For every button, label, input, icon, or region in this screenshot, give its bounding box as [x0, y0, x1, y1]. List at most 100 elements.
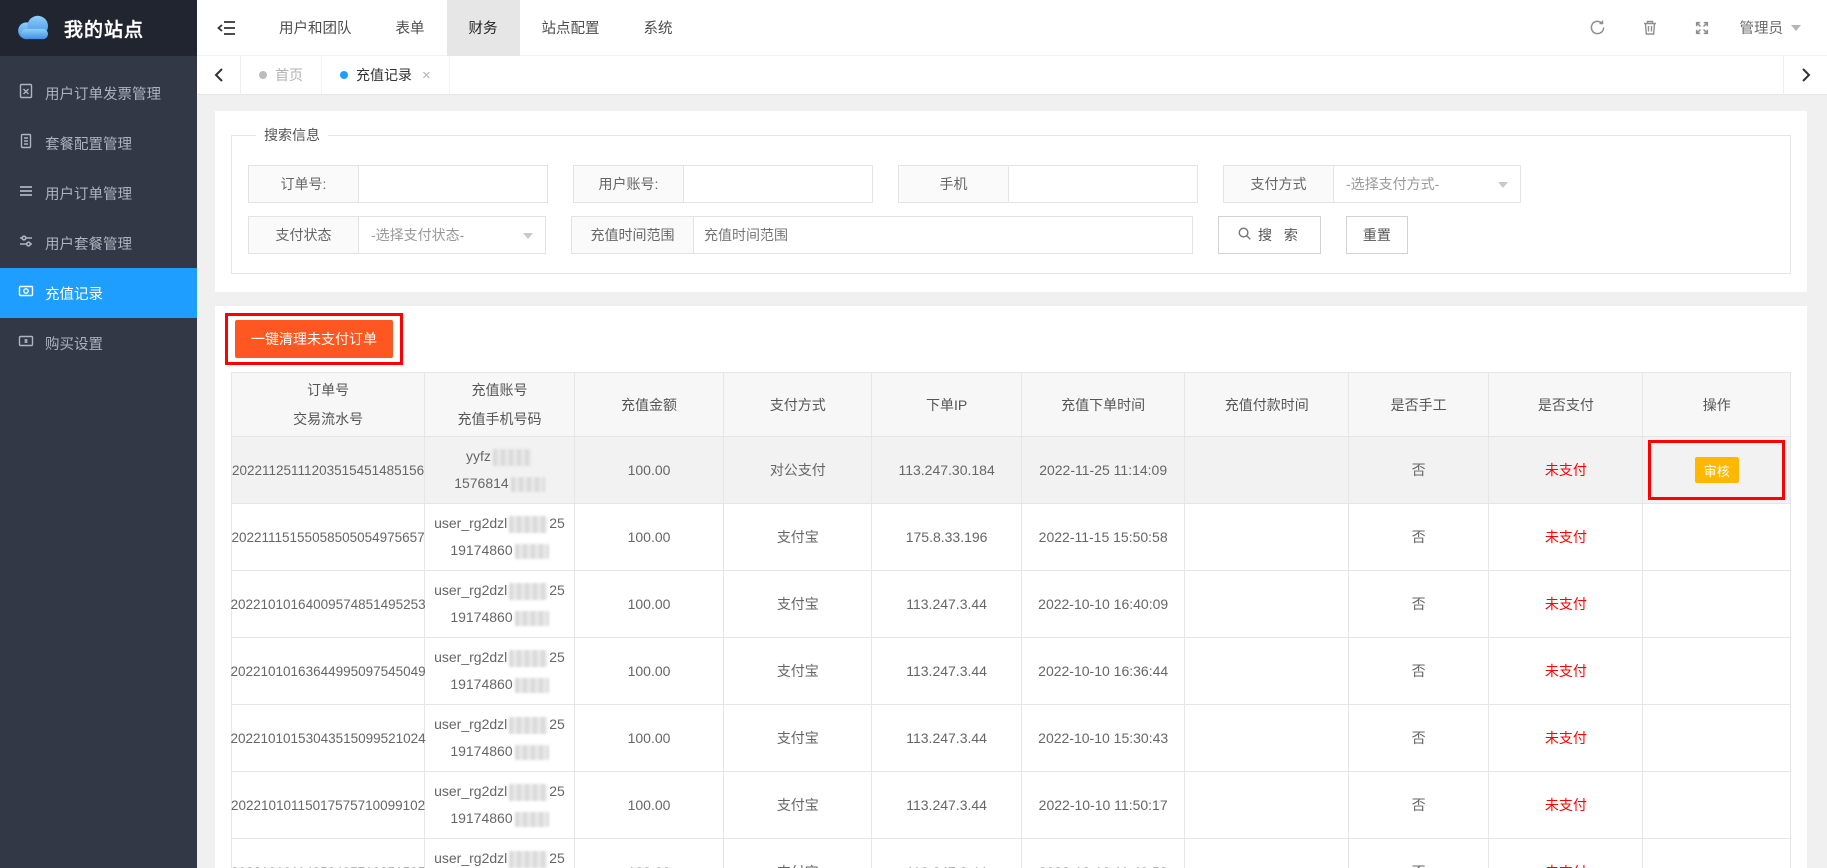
column-header-label: 充值下单时间	[1061, 395, 1145, 415]
sidebar-item-user-orders[interactable]: 用户订单管理	[0, 168, 197, 218]
sidebar-menu: 用户订单发票管理 套餐配置管理 用户订单管理	[0, 56, 197, 368]
amount: 100.00	[628, 730, 671, 746]
clear-unpaid-wrap: 一键清理未支付订单	[235, 320, 393, 358]
top-navbar: 用户和团队 表单 财务 站点配置 系统	[197, 0, 1827, 56]
amount: 100.00	[628, 864, 671, 868]
chevron-down-icon	[523, 233, 533, 239]
chevron-down-icon	[1498, 182, 1508, 188]
time-range-field: 充值时间范围	[571, 216, 1193, 254]
account-phone: 19174860	[450, 676, 548, 693]
nav-item-system[interactable]: 系统	[622, 0, 695, 56]
sidebar-item-recharge-records[interactable]: 充值记录	[0, 268, 197, 318]
order-time-cell: 2022-10-10 15:30:43	[1022, 705, 1186, 772]
time-range-input[interactable]	[694, 217, 1192, 253]
column-header: 充值金额	[575, 373, 725, 437]
redacted-block	[509, 650, 547, 667]
clear-unpaid-orders-button[interactable]: 一键清理未支付订单	[235, 320, 393, 358]
account-phone: 19174860	[450, 810, 548, 827]
manual-flag: 否	[1412, 594, 1426, 614]
pay-method-cell: 支付宝	[724, 839, 872, 868]
manual-cell: 否	[1349, 839, 1489, 868]
pay-method-cell: 对公支付	[724, 437, 872, 504]
pay-status-select[interactable]: 支付状态 -选择支付状态-	[248, 216, 546, 254]
site-title: 我的站点	[64, 15, 144, 42]
nav-item-finance[interactable]: 财务	[447, 0, 520, 56]
search-button[interactable]: 搜 索	[1218, 216, 1321, 254]
paid-status-cell: 未支付	[1489, 705, 1643, 772]
sidebar-item-invoice-management[interactable]: 用户订单发票管理	[0, 68, 197, 118]
refresh-icon[interactable]	[1572, 0, 1624, 56]
order-number-cell: 20221010153043515099521024	[232, 705, 425, 772]
sidebar: 我的站点 用户订单发票管理 套餐配置管理	[0, 0, 197, 868]
amount: 100.00	[628, 663, 671, 679]
amount-cell: 100.00	[575, 571, 725, 638]
table-header-row: 订单号交易流水号充值账号充值手机号码充值金额支付方式下单IP充值下单时间充值付款…	[232, 373, 1790, 437]
column-header: 是否手工	[1349, 373, 1489, 437]
user-account-field: 用户账号:	[573, 165, 873, 203]
paid-status: 未支付	[1545, 795, 1587, 815]
trash-icon[interactable]	[1624, 0, 1676, 56]
close-icon[interactable]: ×	[422, 67, 431, 84]
tab-label: 充值记录	[356, 65, 412, 85]
amount-cell: 100.00	[575, 839, 725, 868]
tab-dot	[340, 71, 348, 79]
tabs-scroll-right-icon[interactable]	[1783, 56, 1827, 94]
site-logo[interactable]: 我的站点	[0, 0, 197, 56]
cloud-logo-icon	[14, 13, 54, 44]
invoice-icon	[18, 83, 34, 103]
column-header-label: 订单号	[307, 380, 349, 400]
nav-item-forms[interactable]: 表单	[374, 0, 447, 56]
paid-status-cell: 未支付	[1489, 772, 1643, 839]
tab-recharge-records[interactable]: 充值记录 ×	[322, 56, 450, 94]
amount-cell: 100.00	[575, 638, 725, 705]
pay-method: 支付宝	[777, 661, 819, 681]
reset-button[interactable]: 重置	[1346, 216, 1408, 254]
search-icon	[1237, 226, 1252, 244]
amount: 100.00	[628, 797, 671, 813]
time-range-label: 充值时间范围	[572, 217, 694, 253]
sidebar-item-package-config[interactable]: 套餐配置管理	[0, 118, 197, 168]
search-button-label: 搜 索	[1258, 225, 1302, 245]
column-header-label: 是否支付	[1538, 395, 1594, 415]
pay-method-cell: 支付宝	[724, 638, 872, 705]
action-cell	[1643, 571, 1789, 638]
order-ip: 175.8.33.196	[906, 529, 988, 545]
user-account-input[interactable]	[684, 166, 872, 202]
sidebar-item-user-packages[interactable]: 用户套餐管理	[0, 218, 197, 268]
manual-cell: 否	[1349, 772, 1489, 839]
column-header-label: 操作	[1703, 395, 1731, 415]
amount: 100.00	[628, 529, 671, 545]
sidebar-item-purchase-settings[interactable]: 购买设置	[0, 318, 197, 368]
collapse-sidebar-icon[interactable]	[197, 0, 257, 56]
phone-input[interactable]	[1009, 166, 1197, 202]
paid-status-cell: 未支付	[1489, 504, 1643, 571]
user-menu[interactable]: 管理员	[1728, 17, 1827, 38]
pay-time-cell	[1185, 839, 1349, 868]
order-number-cell: 20221115155058505054975657	[232, 504, 425, 571]
tab-home[interactable]: 首页	[241, 56, 322, 94]
column-header-label: 下单IP	[926, 395, 967, 415]
column-header: 是否支付	[1489, 373, 1643, 437]
account-name: user_rg2dzl25	[434, 716, 565, 734]
column-header: 操作	[1643, 373, 1789, 437]
audit-button[interactable]: 审核	[1695, 457, 1739, 483]
nav-item-site-config[interactable]: 站点配置	[520, 0, 622, 56]
pay-method-select[interactable]: 支付方式 -选择支付方式-	[1223, 165, 1521, 203]
account-phone: 1576814	[454, 475, 545, 492]
paid-status: 未支付	[1545, 460, 1587, 480]
account-name: yyfz	[466, 448, 533, 466]
pay-time-cell	[1185, 437, 1349, 504]
action-cell	[1643, 839, 1789, 868]
column-header: 支付方式	[724, 373, 872, 437]
fullscreen-icon[interactable]	[1676, 0, 1728, 56]
table-row: 20221115155058505054975657user_rg2dzl251…	[232, 504, 1790, 571]
account-cell: user_rg2dzl2519174860	[425, 705, 575, 772]
tabs-scroll-left-icon[interactable]	[197, 56, 241, 94]
package-config-icon	[18, 133, 34, 153]
order-time-cell: 2022-10-10 11:49:53	[1022, 839, 1186, 868]
paid-status-cell: 未支付	[1489, 638, 1643, 705]
amount-cell: 100.00	[575, 437, 725, 504]
nav-item-users-teams[interactable]: 用户和团队	[257, 0, 374, 56]
order-no-input[interactable]	[359, 166, 547, 202]
column-header: 下单IP	[872, 373, 1022, 437]
